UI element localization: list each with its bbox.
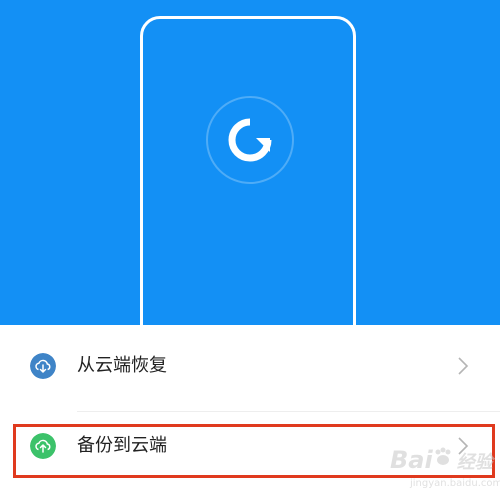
paw-icon [435, 447, 451, 465]
watermark-url: jingyan.baidu.com [410, 478, 500, 489]
chevron-right-icon [458, 357, 469, 375]
cloud-download-icon [30, 353, 56, 379]
hero-banner [0, 0, 500, 325]
sync-icon [228, 118, 272, 162]
restore-from-cloud-label: 从云端恢复 [77, 355, 167, 376]
screen: 从云端恢复 备份到云端 Bai 经验 jingyan.baidu.com [0, 0, 500, 500]
restore-from-cloud-item[interactable]: 从云端恢复 [0, 331, 500, 412]
baidu-jingyan-watermark: Bai 经验 jingyan.baidu.com [390, 440, 500, 495]
